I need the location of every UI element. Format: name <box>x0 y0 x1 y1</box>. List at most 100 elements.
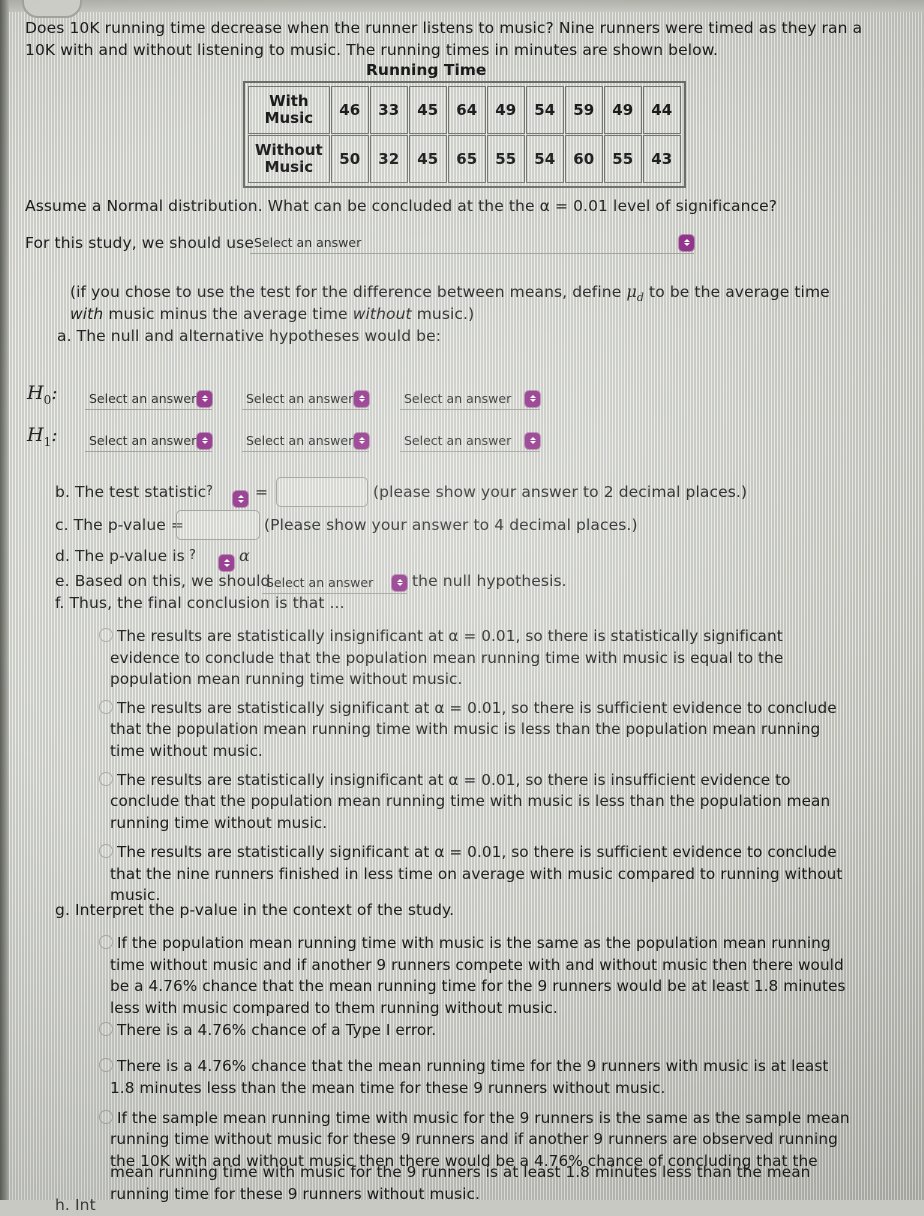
h0-select-1-value: Select an answer <box>89 391 197 406</box>
h1-select-3[interactable]: Select an answer <box>400 430 540 452</box>
chevron-updown-icon[interactable] <box>354 390 369 407</box>
assume-normal-line: Assume a Normal distribution. What can b… <box>25 197 778 215</box>
part-d-label: d. The p-value is <box>55 547 185 565</box>
chevron-updown-icon[interactable] <box>392 574 407 591</box>
f-option-3-line3: running time without music. <box>110 814 328 832</box>
row-header-line2: Music <box>264 109 314 127</box>
part-b-question-mark: ? <box>206 484 213 499</box>
select-test-type[interactable]: Select an answer <box>250 232 694 254</box>
radio-f-option-3[interactable] <box>99 772 113 786</box>
f-option-1-line3: population mean running time without mus… <box>110 670 463 688</box>
chevron-updown-icon[interactable] <box>197 390 212 407</box>
cell: 44 <box>642 86 681 134</box>
note-text-b: to be the average time <box>644 283 830 301</box>
radio-g-option-2[interactable] <box>99 1022 113 1036</box>
g-option-3-line1: There is a 4.76% chance that the mean ru… <box>117 1057 829 1075</box>
g-option-1-line2: time without music and if another 9 runn… <box>110 956 844 974</box>
g-option-4-line4: mean running time with music for the 9 r… <box>110 1163 811 1181</box>
g-option-4-line2: running time without music for these 9 r… <box>110 1130 838 1148</box>
test-statistic-input[interactable] <box>276 477 368 507</box>
h0-select-3-value: Select an answer <box>404 391 512 406</box>
cell: 50 <box>330 135 369 183</box>
f-option-2-line2: that the population mean running time wi… <box>110 720 821 738</box>
radio-f-option-4[interactable] <box>99 844 113 858</box>
g-option-1-line1: If the population mean running time with… <box>117 934 831 952</box>
part-a-label: a. The null and alternative hypotheses w… <box>57 327 442 345</box>
chevron-updown-icon[interactable] <box>679 234 694 251</box>
part-d-alpha: α <box>239 546 250 565</box>
part-e-tail: the null hypothesis. <box>412 572 567 590</box>
note-text-a: (if you chose to use the test for the di… <box>70 283 627 301</box>
table-row: With Music 46 33 45 64 49 54 59 49 44 <box>248 86 681 134</box>
f-option-4-line1: The results are statistically significan… <box>117 843 837 861</box>
cell: 46 <box>330 86 369 134</box>
f-option-2-line3: time without music. <box>110 742 263 760</box>
mu-symbol: μ <box>626 282 637 301</box>
cell: 64 <box>447 86 486 134</box>
part-d-comparison-select[interactable] <box>219 554 234 571</box>
chevron-updown-icon[interactable] <box>197 432 212 449</box>
part-h-label-cutoff: h. Int <box>55 1196 96 1214</box>
note-text-d: music.) <box>411 305 475 323</box>
note-without-em: without <box>352 305 412 323</box>
part-b-note: (please show your answer to 2 decimal pl… <box>373 483 748 501</box>
f-option-3-line1: The results are statistically insignific… <box>117 771 791 789</box>
part-g-label: g. Interpret the p-value in the context … <box>55 901 455 919</box>
chevron-updown-icon[interactable] <box>525 432 540 449</box>
h1-select-1[interactable]: Select an answer <box>85 430 212 452</box>
h0-select-2[interactable]: Select an answer <box>242 388 369 410</box>
cell: 54 <box>525 135 564 183</box>
part-e-decision-select[interactable]: Select an answer <box>262 572 407 594</box>
h0-select-1[interactable]: Select an answer <box>85 388 212 410</box>
part-b-equals: = <box>255 483 269 501</box>
h1-select-2[interactable]: Select an answer <box>242 430 369 452</box>
cell: 49 <box>603 86 642 134</box>
cell: 45 <box>408 135 447 183</box>
cell: 32 <box>369 135 408 183</box>
g-option-2-line1: There is a 4.76% chance of a Type I erro… <box>117 1021 437 1039</box>
part-f-label: f. Thus, the final conclusion is that ..… <box>55 594 345 612</box>
g-option-1-line3: be a 4.76% chance that the mean running … <box>110 977 846 995</box>
cell: 33 <box>369 86 408 134</box>
g-option-3-line2: 1.8 minutes less than the mean time for … <box>110 1079 666 1097</box>
running-time-table: With Music 46 33 45 64 49 54 59 49 44 Wi… <box>243 81 686 188</box>
part-c-label: c. The p-value = <box>55 516 184 534</box>
f-option-2-line1: The results are statistically significan… <box>117 699 837 717</box>
g-option-4-line1: If the sample mean running time with mus… <box>117 1109 850 1127</box>
row-header-line2: Music <box>264 158 314 176</box>
part-b-label: b. The test statistic <box>55 483 207 501</box>
table-title: Running Time <box>366 61 487 79</box>
note-text-c: music minus the average time <box>103 305 353 323</box>
chevron-updown-icon[interactable] <box>354 432 369 449</box>
cell: 55 <box>603 135 642 183</box>
p-value-input[interactable] <box>176 510 260 540</box>
row-header-without-music: Without Music <box>248 135 330 183</box>
radio-g-option-1[interactable] <box>99 935 113 949</box>
prompt-line-1: Does 10K running time decrease when the … <box>25 19 863 37</box>
cell: 49 <box>486 86 525 134</box>
row-header-line1: With <box>269 92 309 110</box>
h0-label: H0: <box>27 382 58 407</box>
h0-select-3[interactable]: Select an answer <box>400 388 540 410</box>
cell: 65 <box>447 135 486 183</box>
part-b-statistic-select[interactable] <box>233 490 248 507</box>
prompt-line-2: 10K with and without listening to music.… <box>25 41 719 59</box>
note-line-2: with music minus the average time withou… <box>70 303 474 325</box>
part-e-decision-value: Select an answer <box>266 575 374 590</box>
f-option-1-line2: evidence to conclude that the population… <box>110 649 784 667</box>
study-use-label: For this study, we should use <box>25 234 254 252</box>
cell: 60 <box>564 135 603 183</box>
part-c-note: (Please show your answer to 4 decimal pl… <box>264 516 638 534</box>
part-d-question-mark: ? <box>189 548 196 563</box>
cell: 55 <box>486 135 525 183</box>
radio-f-option-2[interactable] <box>99 700 113 714</box>
part-e-label: e. Based on this, we should <box>55 572 271 590</box>
chevron-updown-icon[interactable] <box>525 390 540 407</box>
radio-g-option-3[interactable] <box>99 1058 113 1072</box>
h1-select-2-value: Select an answer <box>246 433 354 448</box>
cell: 54 <box>525 86 564 134</box>
note-with-em: with <box>70 305 104 323</box>
radio-f-option-1[interactable] <box>99 628 113 642</box>
radio-g-option-4[interactable] <box>99 1110 113 1124</box>
row-header-with-music: With Music <box>248 86 330 134</box>
